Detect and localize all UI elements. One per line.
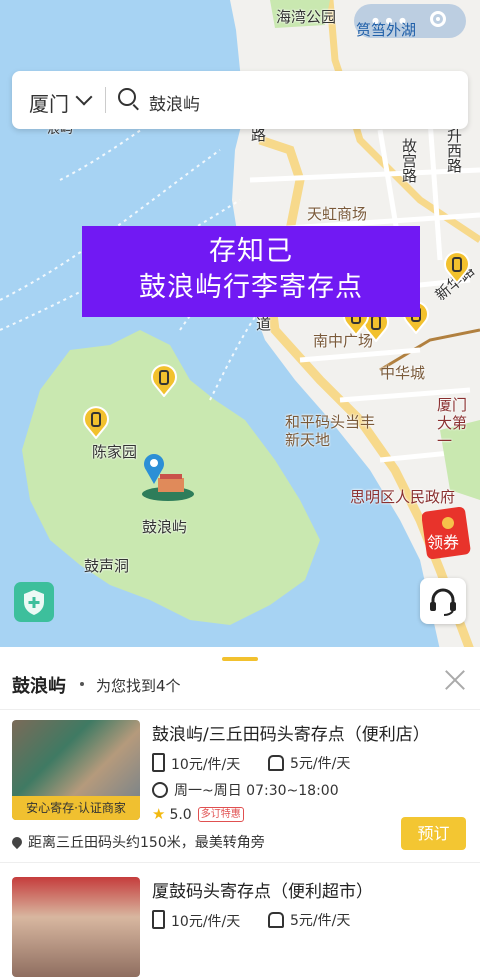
price-small: 5元/件/天 <box>268 753 350 773</box>
opening-hours: 周一~周日 07:30~18:00 <box>152 780 339 800</box>
map-label-heping: 和平码头当丰新天地 <box>285 413 376 449</box>
certified-badge: 安心寄存·认证商家 <box>12 796 140 820</box>
store-name[interactable]: 厦鼓码头寄存点（便利超市） <box>152 877 373 902</box>
rating: ★ 5.0 多订特惠 <box>152 805 244 823</box>
city-selector[interactable]: 厦门 <box>29 88 69 117</box>
price-small: 5元/件/天 <box>268 910 350 930</box>
top-chip-label: 筼筜外湖 <box>356 21 417 39</box>
storage-pin-icon[interactable] <box>150 363 178 397</box>
price-large: 10元/件/天 <box>152 753 240 774</box>
headset-icon[interactable] <box>420 578 466 624</box>
map-label-park: 海湾公园 <box>276 8 337 26</box>
location-pin-icon <box>9 834 25 850</box>
map-label-jiangxi: 升西路 <box>445 128 463 173</box>
promo-banner: 存知己 鼓浪屿行李寄存点 <box>82 226 420 317</box>
search-bar[interactable]: 厦门 鼓浪屿 <box>12 71 468 129</box>
coupon-label: 领券 <box>427 533 460 552</box>
suitcase-icon <box>152 910 165 929</box>
map-label-siming: 思明区人民政府 <box>350 488 456 506</box>
map-label-guyu: 故宫路 <box>400 138 418 183</box>
drag-handle[interactable] <box>222 657 258 661</box>
target-icon[interactable] <box>430 11 446 27</box>
results-sheet: 鼓浪屿 为您找到4个 安心寄存·认证商家 鼓浪屿/三丘田码头寄存点（便利店） 1… <box>0 647 480 977</box>
store-name[interactable]: 鼓浪屿/三丘田码头寄存点（便利店） <box>152 720 430 745</box>
sheet-title: 鼓浪屿 <box>12 676 66 697</box>
store-photo <box>12 877 140 977</box>
bag-icon <box>268 912 284 928</box>
map-label-chenjia: 陈家园 <box>92 443 138 461</box>
book-button[interactable]: 预订 <box>401 817 466 850</box>
result-count: 为您找到4个 <box>96 677 181 695</box>
bag-icon <box>268 755 284 771</box>
clock-icon <box>152 782 168 798</box>
price-large: 10元/件/天 <box>152 910 240 931</box>
banner-line-1: 存知己 <box>209 236 293 267</box>
close-icon[interactable] <box>444 669 466 691</box>
banner-line-2: 鼓浪屿行李寄存点 <box>139 272 363 303</box>
storage-pin-icon[interactable] <box>443 250 471 284</box>
separator-dot <box>80 682 84 686</box>
divider <box>0 862 480 863</box>
store-photo: 安心寄存·认证商家 <box>12 720 140 820</box>
location-marker-icon <box>142 454 194 501</box>
search-icon <box>118 88 136 106</box>
divider <box>0 709 480 710</box>
suitcase-icon <box>152 753 165 772</box>
map-label-tianhong: 天虹商场 <box>307 205 368 223</box>
map-label-gusheng: 鼓声洞 <box>84 557 130 575</box>
coupon-button[interactable]: 领券 <box>422 505 474 559</box>
shield-plus-icon[interactable] <box>14 582 54 622</box>
map-label-zhonghua: 中华城 <box>380 364 426 382</box>
map-label-xiamenda: 厦门大第一 <box>437 396 468 450</box>
map-label-gulangyu: 鼓浪屿 <box>142 518 188 536</box>
chevron-down-icon[interactable] <box>75 88 93 106</box>
distance: 距离三丘田码头约150米，最美转角旁 <box>9 832 265 852</box>
top-chip[interactable]: ● ● ● 筼筜外湖 <box>354 4 466 39</box>
storage-pin-icon[interactable] <box>82 405 110 439</box>
discount-tag: 多订特惠 <box>197 807 244 822</box>
star-icon: ★ <box>152 805 166 823</box>
search-divider <box>105 87 106 113</box>
search-input[interactable]: 鼓浪屿 <box>149 90 200 115</box>
